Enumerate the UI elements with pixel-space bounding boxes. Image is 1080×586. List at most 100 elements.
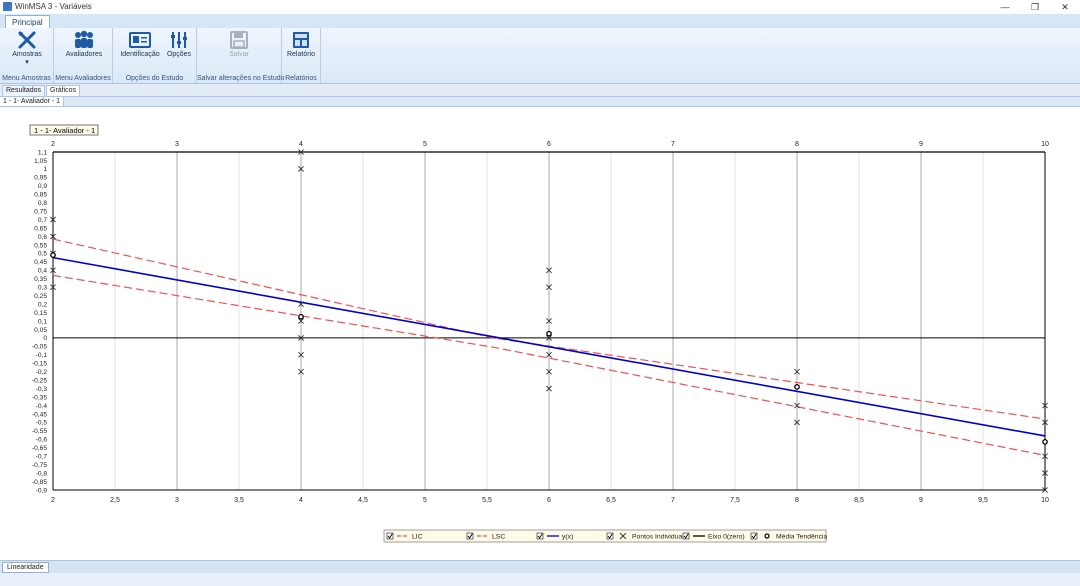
x-bottom-tick-label: 2 (51, 497, 55, 504)
close-button[interactable]: ✕ (1050, 0, 1080, 14)
tab-principal[interactable]: Principal (5, 15, 50, 29)
status-strip (0, 573, 1080, 586)
x-bottom-tick-label: 4,5 (358, 497, 368, 504)
x-bottom-tick-label: 9,5 (978, 497, 988, 504)
legend-label: Eixo 0(zero) (708, 533, 745, 540)
tab-resultados[interactable]: Resultados (2, 85, 46, 96)
x-top-tick-label: 10 (1041, 141, 1049, 148)
y-tick-label: 0,25 (34, 293, 47, 300)
group-label: Relatórios (285, 75, 317, 82)
y-tick-label: -0,25 (32, 377, 47, 384)
y-tick-label: -0,8 (36, 470, 48, 477)
y-tick-label: -0,5 (36, 420, 48, 427)
group-label: Salvar alterações no Estudo (197, 75, 285, 82)
x-top-tick-label: 6 (547, 141, 551, 148)
chart-axes: 2 3 4 5 6 7 8 9 102 2,5 3 3,5 4 4,5 5 5,5 6 6,5 7 7,5 8 8,5 9 9… (32, 141, 1049, 504)
y-tick-label: -0,55 (32, 428, 47, 435)
opcoes-button[interactable]: Opções (165, 30, 193, 58)
mean-trend-point (50, 252, 56, 258)
legend-marker (764, 533, 770, 539)
x-bottom-tick-label: 3,5 (234, 497, 244, 504)
legend-frame (383, 529, 827, 543)
window-title: WinMSA 3 - Variáveis (15, 2, 92, 11)
group-salvar: Salvar Salvar alterações no Estudo (197, 28, 285, 83)
avaliadores-label: Avaliadores (65, 51, 103, 58)
y-tick-label: -0,65 (32, 445, 47, 452)
ribbon: Amostras ▾ Menu Amostras Avaliadores Menu… (0, 28, 1080, 84)
y-tick-label: 0,3 (38, 285, 47, 292)
y-tick-label: 0,8 (38, 200, 47, 207)
relatorio-button[interactable]: Relatório (286, 30, 316, 58)
x-bottom-tick-label: 5,5 (482, 497, 492, 504)
x-bottom-tick-label: 5 (423, 497, 427, 504)
y-tick-label: 0,75 (34, 208, 47, 215)
y-tick-label: -0,15 (32, 361, 47, 368)
y-tick-label: 0,45 (34, 259, 47, 266)
tab-appraiser[interactable]: 1 - 1- Avaliador - 1 (0, 97, 65, 106)
x-bottom-tick-label: 6,5 (606, 497, 616, 504)
group-relatorios: Relatório Relatórios (282, 28, 321, 83)
y-tick-label: 0,85 (34, 192, 47, 199)
y-tick-label: -0,85 (32, 479, 47, 486)
cross-tools-icon (18, 31, 36, 49)
mean-trend-point (298, 313, 304, 320)
y-tick-label: -0,75 (32, 462, 47, 469)
group-menu-amostras: Amostras ▾ Menu Amostras (0, 28, 54, 83)
identificacao-button[interactable]: Identificação (117, 30, 163, 58)
y-tick-label: -0,2 (36, 369, 48, 376)
restore-button[interactable]: ❐ (1020, 0, 1050, 14)
mean-trend-point (794, 384, 800, 390)
x-top-tick-label: 5 (423, 141, 427, 148)
y-tick-label: 0 (43, 335, 47, 342)
opcoes-label: Opções (166, 51, 192, 58)
appraiser-tab-bar: 1 - 1- Avaliador - 1 (0, 97, 1080, 107)
identificacao-label: Identificação (120, 51, 160, 58)
legend-label: Média Tendência (776, 533, 827, 540)
y-tick-label: 0,65 (34, 225, 47, 232)
x-bottom-tick-label: 7 (671, 497, 675, 504)
salvar-button[interactable]: Salvar (225, 30, 253, 58)
view-tab-bar: Resultados Gráficos (0, 84, 1080, 97)
y-tick-label: 0,35 (34, 276, 47, 283)
y-tick-label: -0,35 (32, 394, 47, 401)
x-top-tick-label: 2 (51, 141, 55, 148)
x-top-tick-label: 8 (795, 141, 799, 148)
y-tick-label: 1,05 (34, 158, 47, 165)
y-tick-label: 0,5 (38, 251, 47, 258)
x-bottom-tick-label: 3 (175, 497, 179, 504)
x-bottom-tick-label: 6 (547, 497, 551, 504)
x-bottom-tick-label: 4 (299, 497, 303, 504)
x-top-tick-label: 3 (175, 141, 179, 148)
chart-area: 2 3 4 5 6 7 8 9 10 2 2,5 3 3,5 4 4,5 5 5,5 6 6,5 7 7,5 8 8,5 9 9… (0, 107, 1080, 559)
group-label: Opções do Estudo (125, 75, 184, 82)
y-tick-label: 0,4 (38, 268, 47, 275)
y-tick-label: -0,4 (36, 403, 48, 410)
y-tick-label: -0,6 (36, 437, 48, 444)
tab-linearidade[interactable]: Linearidade (2, 562, 49, 573)
legend-label: LSC (492, 533, 505, 540)
sliders-icon (171, 32, 187, 48)
linearity-chart: 2 3 4 5 6 7 8 9 102 2,5 3 3,5 4 4,5 5 5,5 6 6,5 7 7,5 8 8,5 9 9… (29, 124, 1049, 543)
legend-label: LIC (412, 533, 423, 540)
app-icon (3, 2, 12, 11)
y-tick-label: -0,45 (32, 411, 47, 418)
y-tick-label: 1,1 (38, 149, 47, 156)
mean-trend-point (1042, 438, 1048, 445)
x-bottom-tick-label: 2,5 (110, 497, 120, 504)
y-tick-label: 0,95 (34, 175, 47, 182)
people-icon (75, 30, 93, 48)
avaliadores-button[interactable]: Avaliadores (62, 30, 106, 58)
mean-trend-point (546, 330, 552, 337)
x-bottom-tick-label: 9 (919, 497, 923, 504)
chart-title: 1 - 1- Avaliador - 1 (34, 126, 95, 135)
minimize-button[interactable]: — (990, 0, 1020, 14)
tab-graficos[interactable]: Gráficos (46, 85, 81, 96)
y-tick-label: -0,1 (36, 352, 48, 359)
x-bottom-tick-label: 7,5 (730, 497, 740, 504)
y-tick-label: 0,05 (34, 327, 47, 334)
chevron-down-icon: ▾ (25, 59, 29, 66)
ribbon-tab-bar: Principal (0, 14, 1080, 29)
amostras-button[interactable]: Amostras ▾ (8, 30, 46, 66)
y-tick-label: 0,7 (38, 217, 47, 224)
legend-label: y(x) (562, 533, 573, 540)
